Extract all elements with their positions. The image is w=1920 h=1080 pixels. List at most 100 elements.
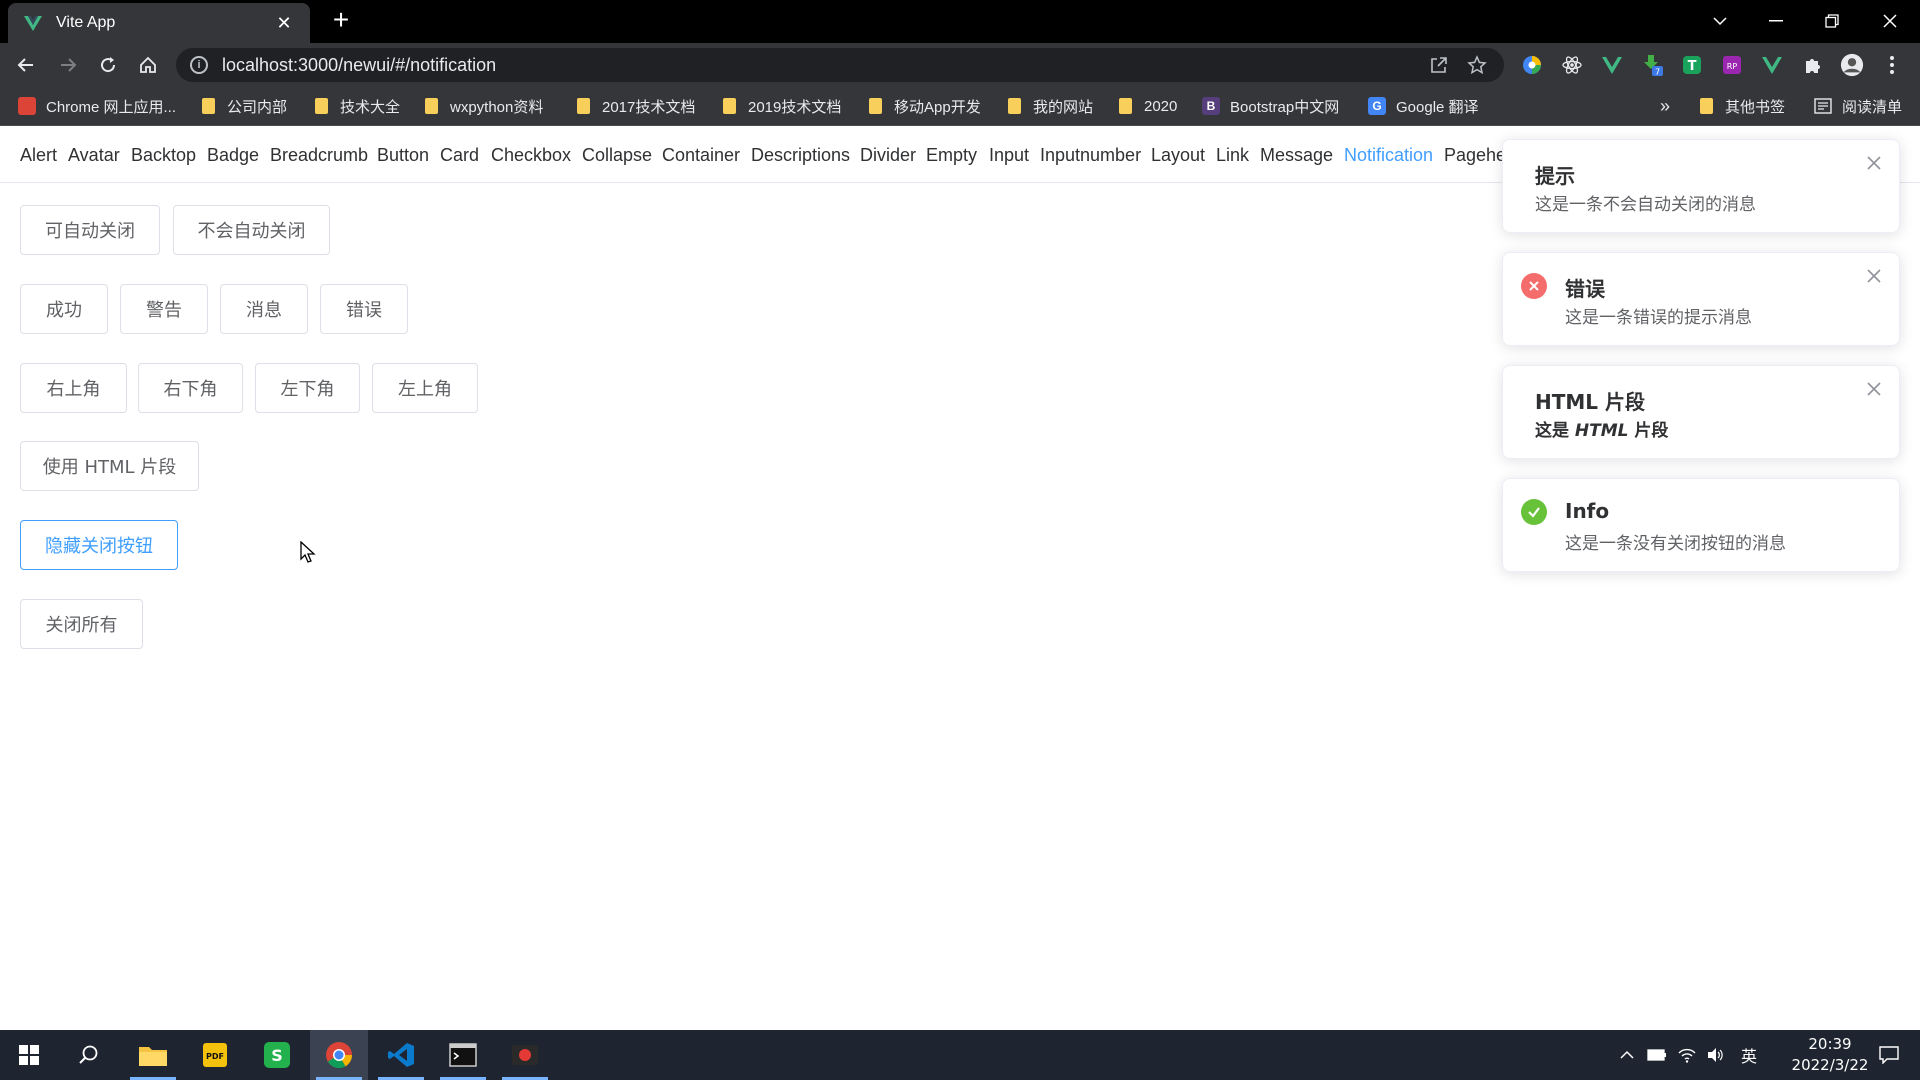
show-hidden-icons-icon[interactable] (1614, 1030, 1640, 1080)
nav-item-notification[interactable]: Notification (1344, 127, 1433, 183)
vue-devtools-icon[interactable] (1600, 53, 1624, 77)
download-extension-icon[interactable]: 7 (1640, 53, 1664, 77)
minimize-icon[interactable] (1756, 6, 1796, 36)
window-close-icon[interactable] (1870, 6, 1910, 36)
back-icon[interactable] (10, 49, 42, 81)
taskbar-file-explorer[interactable] (124, 1030, 182, 1080)
new-tab-button[interactable]: + (326, 6, 356, 36)
top-right-button[interactable]: 右上角 (20, 363, 127, 413)
notification-title: Info (1565, 499, 1610, 523)
taskbar-terminal[interactable] (434, 1030, 492, 1080)
home-icon[interactable] (132, 49, 164, 81)
bookmark-star-icon[interactable] (1464, 52, 1490, 78)
extension-colorful-icon[interactable] (1520, 53, 1544, 77)
nav-item-layout[interactable]: Layout (1151, 127, 1205, 183)
bookmark-folder[interactable]: 技术大全 (315, 86, 400, 126)
windows-logo-icon (19, 1045, 39, 1065)
browser-tab[interactable]: Vite App ✕ (8, 3, 310, 43)
nav-item-breadcrumb[interactable]: Breadcrumb (270, 127, 368, 183)
nav-item-empty[interactable]: Empty (926, 127, 977, 183)
volume-icon[interactable] (1702, 1030, 1728, 1080)
bookmark-folder[interactable]: 2020 (1119, 86, 1177, 126)
nav-item-avatar[interactable]: Avatar (68, 127, 120, 183)
profile-avatar-icon[interactable] (1840, 53, 1864, 77)
nav-item-button[interactable]: Button (377, 127, 429, 183)
restore-icon[interactable] (1812, 6, 1852, 36)
nav-item-alert[interactable]: Alert (20, 127, 57, 183)
bookmarks-overflow-button[interactable]: » (1660, 86, 1670, 126)
taskbar-pdf-app[interactable]: PDF (186, 1030, 244, 1080)
forward-icon[interactable] (52, 49, 84, 81)
taskbar-vscode[interactable] (372, 1030, 430, 1080)
info-button[interactable]: 消息 (220, 284, 308, 334)
bookmark-folder[interactable]: wxpython资料 (425, 86, 543, 126)
notification-message: 这是一条没有关闭按钮的消息 (1565, 534, 1786, 554)
taskbar-recorder[interactable] (496, 1030, 554, 1080)
url-text[interactable]: localhost:3000/newui/#/notification (222, 55, 1414, 76)
react-devtools-icon[interactable] (1560, 53, 1584, 77)
tab-search-icon[interactable] (1700, 6, 1740, 36)
taskbar-chrome[interactable] (310, 1030, 368, 1080)
notification-close-icon[interactable] (1865, 154, 1883, 172)
green-t-extension-icon[interactable]: T (1680, 53, 1704, 77)
hide-close-button[interactable]: 隐藏关闭按钮 (20, 520, 178, 570)
nav-item-inputnumber[interactable]: Inputnumber (1040, 127, 1141, 183)
no-auto-close-button[interactable]: 不会自动关闭 (173, 205, 330, 255)
notification-close-icon[interactable] (1865, 267, 1883, 285)
nav-item-container[interactable]: Container (662, 127, 740, 183)
auto-close-button[interactable]: 可自动关闭 (20, 205, 160, 255)
nav-item-message[interactable]: Message (1260, 127, 1333, 183)
success-button[interactable]: 成功 (20, 284, 108, 334)
nav-item-divider[interactable]: Divider (860, 127, 916, 183)
bookmark-google-translate[interactable]: G Google 翻译 (1368, 86, 1479, 126)
nav-item-descriptions[interactable]: Descriptions (751, 127, 850, 183)
bookmark-folder[interactable]: 2017技术文档 (577, 86, 695, 126)
reading-list-button[interactable]: 阅读清单 (1814, 86, 1902, 126)
warning-button[interactable]: 警告 (120, 284, 208, 334)
windows-taskbar: PDF S 英 20:39 2022/3/22 (0, 1030, 1920, 1080)
bookmark-folder[interactable]: 我的网站 (1008, 86, 1093, 126)
input-method-indicator[interactable]: 英 (1734, 1030, 1764, 1080)
bookmark-bootstrap[interactable]: B Bootstrap中文网 (1202, 86, 1339, 126)
address-bar[interactable]: i localhost:3000/newui/#/notification (176, 48, 1504, 82)
nav-item-collapse[interactable]: Collapse (582, 127, 652, 183)
bookmark-label: 2017技术文档 (602, 98, 696, 116)
bookmark-chrome-store[interactable]: Chrome 网上应用... (18, 86, 176, 126)
nav-item-checkbox[interactable]: Checkbox (491, 127, 571, 183)
bookmark-folder[interactable]: 公司内部 (202, 86, 287, 126)
reload-icon[interactable] (92, 49, 124, 81)
bookmark-folder[interactable]: 移动App开发 (869, 86, 981, 126)
clock[interactable]: 20:39 2022/3/22 (1782, 1034, 1878, 1076)
extensions-puzzle-icon[interactable] (1800, 53, 1824, 77)
nav-item-pageheader[interactable]: Pagehe (1444, 127, 1506, 183)
start-button[interactable] (0, 1030, 58, 1080)
nav-item-card[interactable]: Card (440, 127, 479, 183)
notification-center-icon[interactable] (1866, 1030, 1912, 1080)
taskbar-green-s-app[interactable]: S (248, 1030, 306, 1080)
message-prefix: 这是 (1535, 421, 1569, 441)
share-icon[interactable] (1426, 52, 1452, 78)
close-all-button[interactable]: 关闭所有 (20, 599, 143, 649)
notification-close-icon[interactable] (1865, 380, 1883, 398)
bookmark-folder[interactable]: 2019技术文档 (723, 86, 841, 126)
tab-close-icon[interactable]: ✕ (272, 13, 296, 34)
nav-item-badge[interactable]: Badge (207, 127, 259, 183)
bottom-left-button[interactable]: 左下角 (255, 363, 360, 413)
vue-devtools-2-icon[interactable] (1760, 53, 1784, 77)
search-button[interactable] (60, 1030, 118, 1080)
chrome-web-store-icon (18, 97, 36, 115)
nav-item-backtop[interactable]: Backtop (131, 127, 196, 183)
nav-item-input[interactable]: Input (989, 127, 1029, 183)
purple-extension-icon[interactable]: RP (1720, 53, 1744, 77)
site-info-icon[interactable]: i (190, 56, 208, 74)
error-button[interactable]: 错误 (320, 284, 408, 334)
bottom-right-button[interactable]: 右下角 (138, 363, 243, 413)
bookmark-other[interactable]: 其他书签 (1700, 86, 1785, 126)
top-left-button[interactable]: 左上角 (372, 363, 478, 413)
battery-icon[interactable] (1644, 1030, 1670, 1080)
nav-item-link[interactable]: Link (1216, 127, 1249, 183)
tab-title: Vite App (56, 14, 116, 31)
use-html-button[interactable]: 使用 HTML 片段 (20, 441, 199, 491)
network-icon[interactable] (1674, 1030, 1700, 1080)
chrome-menu-icon[interactable] (1880, 53, 1904, 77)
